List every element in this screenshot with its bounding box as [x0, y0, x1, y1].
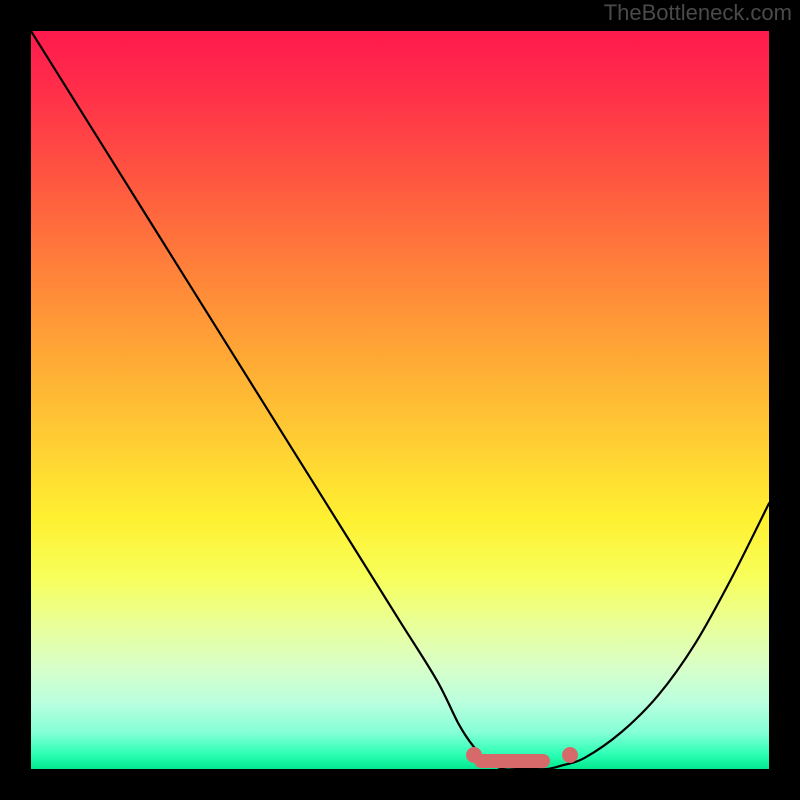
optimal-range-bar [474, 754, 550, 768]
optimal-range-end-dot [562, 747, 578, 763]
attribution-text: TheBottleneck.com [604, 0, 792, 26]
chart-plot-area [31, 31, 769, 769]
optimal-range-start-dot [466, 747, 482, 763]
chart-curve [31, 31, 769, 769]
